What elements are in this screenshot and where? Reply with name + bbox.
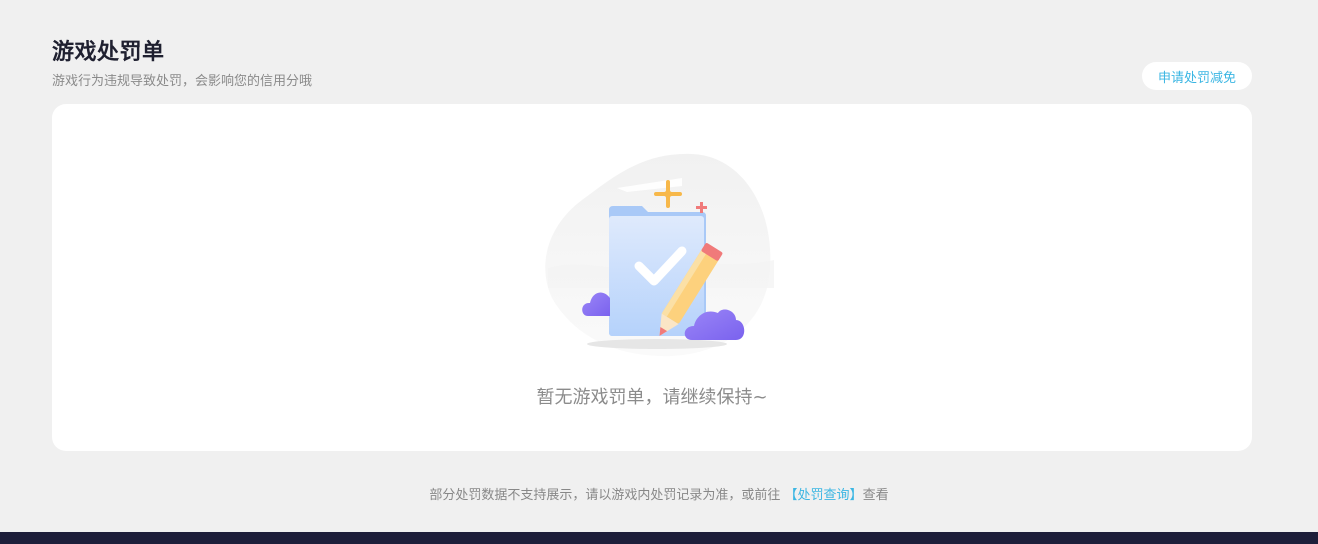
empty-state-message: 暂无游戏罚单，请继续保持~ — [536, 387, 768, 408]
page-subtitle: 游戏行为违规导致处罚，会影响您的信用分哦 — [52, 74, 313, 89]
page-title: 游戏处罚单 — [52, 40, 165, 65]
appeal-button[interactable]: 申请处罚减免 — [1142, 62, 1252, 90]
footer-note: 部分处罚数据不支持展示，请以游戏内处罚记录为准，或前往 【处罚查询】查看 — [0, 484, 1318, 503]
empty-state-card: 暂无游戏罚单，请继续保持~ — [52, 104, 1252, 451]
footer-note-suffix: 查看 — [862, 488, 889, 503]
penalty-query-link[interactable]: 【处罚查询】 — [785, 488, 863, 503]
folder-checkmark-pencil-icon — [545, 153, 774, 357]
bottom-bar — [0, 532, 1318, 544]
footer-note-prefix: 部分处罚数据不支持展示，请以游戏内处罚记录为准，或前往 — [429, 488, 785, 503]
